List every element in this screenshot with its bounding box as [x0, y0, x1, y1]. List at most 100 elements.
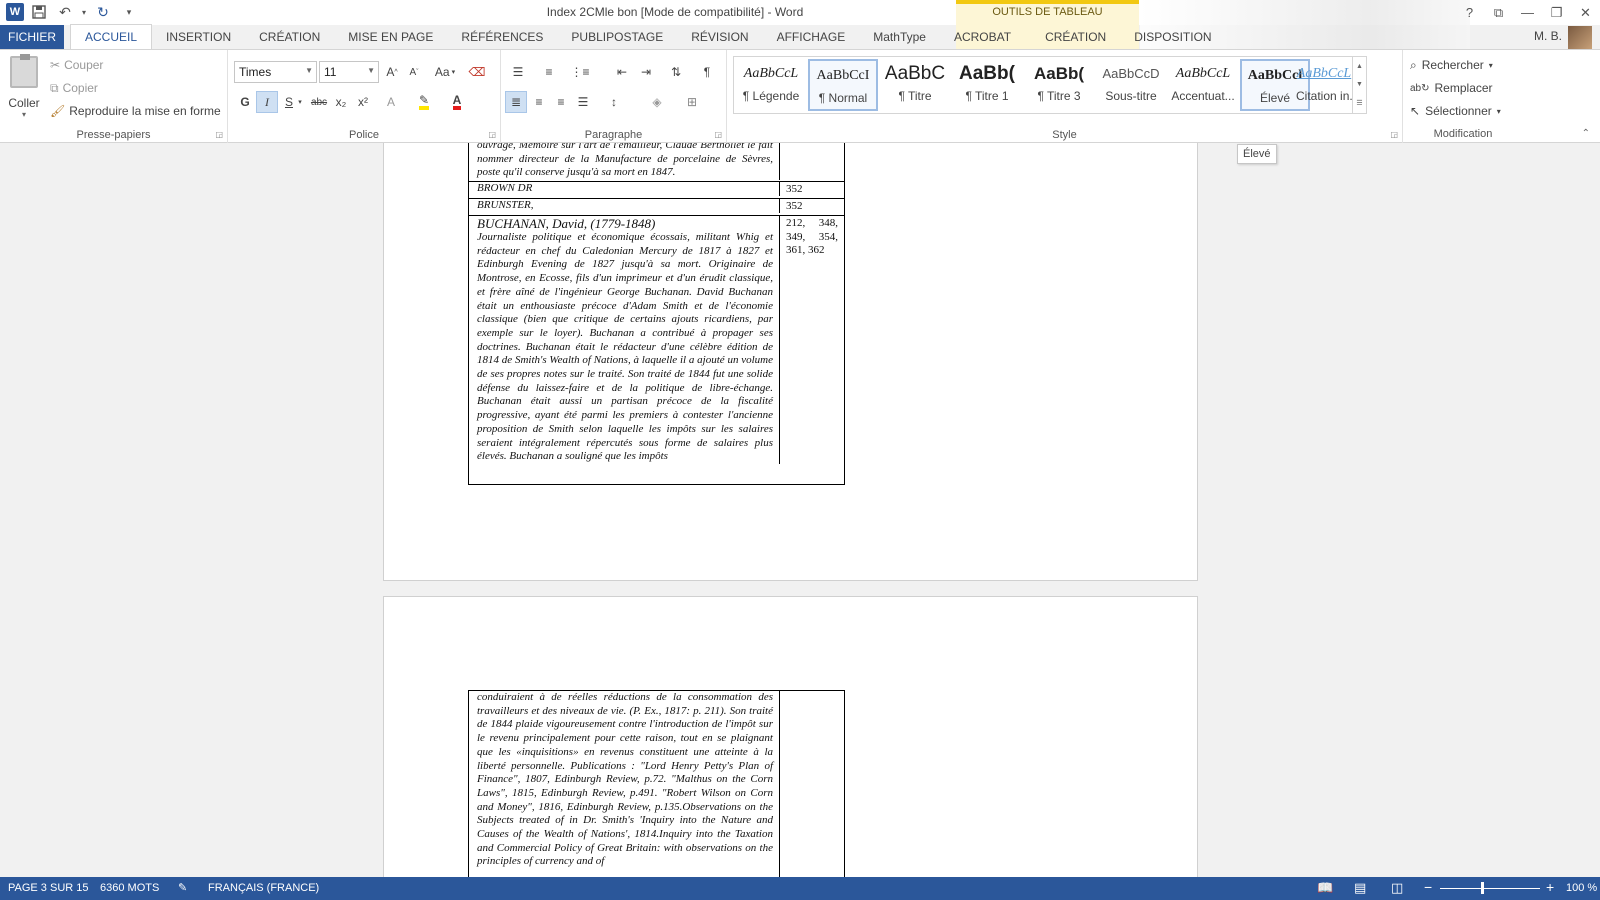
table-row[interactable]: BUCHANAN, David, (1779-1848) Journaliste…: [469, 216, 844, 484]
align-center-icon[interactable]: ≡: [528, 91, 550, 113]
index-table[interactable]: ouvrage, Mémoire sur l'art de l'émailleu…: [468, 143, 845, 485]
word-logo-icon[interactable]: W: [6, 3, 24, 21]
strikethrough-button[interactable]: abc: [308, 91, 330, 113]
word-count[interactable]: 6360 MOTS: [100, 882, 159, 894]
table-cell-pages[interactable]: 352: [780, 199, 844, 215]
style-accentuation[interactable]: AaBbCcL Accentuat...: [1168, 59, 1238, 111]
clear-formatting-icon[interactable]: ⌫: [466, 61, 488, 83]
text-effects-icon[interactable]: A: [380, 91, 402, 113]
zoom-level[interactable]: 100 %: [1566, 882, 1597, 894]
style-titre-3[interactable]: AaBb( ¶ Titre 3: [1024, 59, 1094, 111]
table-cell-text[interactable]: ouvrage, Mémoire sur l'art de l'émailleu…: [469, 143, 780, 181]
line-spacing-icon[interactable]: ↕: [603, 91, 625, 113]
proofing-icon[interactable]: ✎: [178, 881, 187, 894]
tab-publipostage[interactable]: PUBLIPOSTAGE: [557, 25, 677, 49]
ribbon-display-options-icon[interactable]: ⧉: [1484, 0, 1513, 25]
page-indicator[interactable]: PAGE 3 SUR 15: [8, 882, 89, 894]
close-icon[interactable]: ✕: [1571, 0, 1600, 25]
undo-icon[interactable]: ↶: [54, 2, 76, 22]
table-row[interactable]: BRUNSTER, 352: [469, 199, 844, 216]
help-icon[interactable]: ?: [1455, 0, 1484, 25]
tab-affichage[interactable]: AFFICHAGE: [763, 25, 860, 49]
tab-acrobat[interactable]: ACROBAT: [940, 25, 1025, 49]
undo-dropdown-icon[interactable]: ▾: [80, 2, 88, 22]
tab-revision[interactable]: RÉVISION: [677, 25, 762, 49]
chevron-up-icon[interactable]: ▲: [1356, 63, 1363, 70]
subscript-button[interactable]: x₂: [330, 91, 352, 113]
tab-fichier[interactable]: FICHIER: [0, 25, 64, 49]
table-cell-entry[interactable]: conduiraient à de réelles réductions de …: [469, 691, 780, 877]
tab-table-creation[interactable]: CRÉATION: [1031, 25, 1120, 49]
font-color-icon[interactable]: A: [446, 91, 468, 113]
shrink-font-button[interactable]: Aˇ: [403, 61, 425, 83]
change-case-button[interactable]: Aa ▾: [430, 61, 460, 83]
read-mode-icon[interactable]: 📖: [1317, 880, 1333, 896]
page-4[interactable]: conduiraient à de réelles réductions de …: [383, 596, 1198, 877]
find-button[interactable]: ⌕ Rechercher ▾: [1410, 55, 1493, 75]
font-name-select[interactable]: Times ▼: [234, 61, 317, 83]
zoom-in-icon[interactable]: +: [1546, 879, 1554, 895]
tab-references[interactable]: RÉFÉRENCES: [447, 25, 557, 49]
paste-button[interactable]: Coller ▾: [6, 54, 42, 119]
page-3[interactable]: ouvrage, Mémoire sur l'art de l'émailleu…: [383, 143, 1198, 581]
tab-mathtype[interactable]: MathType: [859, 25, 940, 49]
font-launcher-icon[interactable]: ◲: [488, 130, 496, 139]
multilevel-list-icon[interactable]: ⋮≡: [569, 61, 591, 83]
redo-icon[interactable]: ↻: [92, 2, 114, 22]
style-titre[interactable]: AaBbC ¶ Titre: [880, 59, 950, 111]
table-cell-entry[interactable]: BUCHANAN, David, (1779-1848) Journaliste…: [469, 216, 780, 464]
style-titre-1[interactable]: AaBb( ¶ Titre 1: [952, 59, 1022, 111]
gallery-more-icon[interactable]: ☰: [1356, 99, 1362, 107]
table-cell-pages[interactable]: 212, 348, 349, 354, 361, 362: [780, 216, 844, 259]
minimize-icon[interactable]: —: [1513, 0, 1542, 25]
table-cell-name[interactable]: BROWN DR: [469, 182, 780, 196]
tab-mise-en-page[interactable]: MISE EN PAGE: [334, 25, 447, 49]
highlight-icon[interactable]: ✎: [413, 91, 435, 113]
styles-gallery-scroll[interactable]: ▲ ▼ ☰: [1352, 57, 1366, 113]
tab-accueil[interactable]: ACCUEIL: [70, 24, 153, 49]
tab-creation[interactable]: CRÉATION: [245, 25, 334, 49]
underline-dropdown-icon[interactable]: ▾: [295, 91, 305, 113]
user-name[interactable]: M. B.: [1534, 29, 1562, 43]
grow-font-button[interactable]: A ^: [381, 61, 403, 83]
style-normal[interactable]: AaBbCcI ¶ Normal: [808, 59, 878, 111]
cut-button[interactable]: ✂ Couper: [50, 55, 103, 75]
index-table-continued[interactable]: conduiraient à de réelles réductions de …: [468, 690, 845, 877]
paragraph-launcher-icon[interactable]: ◲: [714, 130, 722, 139]
avatar[interactable]: [1568, 26, 1592, 50]
increase-indent-icon[interactable]: ⇥: [635, 61, 657, 83]
table-cell-pages[interactable]: 352: [780, 182, 844, 198]
table-row[interactable]: conduiraient à de réelles réductions de …: [469, 691, 844, 877]
show-marks-icon[interactable]: ¶: [696, 61, 718, 83]
customize-qat-icon[interactable]: ▾: [118, 2, 140, 22]
format-painter-button[interactable]: 🖌 Reproduire la mise en forme: [50, 101, 221, 121]
web-layout-icon[interactable]: ◫: [1391, 880, 1403, 896]
table-cell-pages[interactable]: [780, 691, 844, 693]
decrease-indent-icon[interactable]: ⇤: [611, 61, 633, 83]
select-button[interactable]: ↖ Sélectionner ▾: [1410, 101, 1501, 121]
bold-button[interactable]: G: [234, 91, 256, 113]
sort-icon[interactable]: ⇅: [665, 61, 687, 83]
print-layout-icon[interactable]: ▤: [1354, 880, 1366, 896]
copy-button[interactable]: ⧉ Copier: [50, 78, 98, 98]
replace-button[interactable]: ab↻ Remplacer: [1410, 78, 1493, 98]
collapse-ribbon-icon[interactable]: ⌃: [1582, 128, 1590, 139]
borders-icon[interactable]: ⊞: [681, 91, 703, 113]
save-icon[interactable]: [28, 2, 50, 22]
style-citation-intense[interactable]: AaBbCcL Citation in...: [1296, 59, 1352, 111]
clipboard-launcher-icon[interactable]: ◲: [215, 130, 223, 139]
style-sous-titre[interactable]: AaBbCcD Sous-titre: [1096, 59, 1166, 111]
font-size-select[interactable]: 11 ▼: [319, 61, 379, 83]
table-row[interactable]: ouvrage, Mémoire sur l'art de l'émailleu…: [469, 143, 844, 182]
tab-table-disposition[interactable]: DISPOSITION: [1120, 25, 1225, 49]
tab-insertion[interactable]: INSERTION: [152, 25, 245, 49]
chevron-down-icon[interactable]: ▼: [1356, 81, 1363, 88]
table-cell-name[interactable]: BRUNSTER,: [469, 199, 780, 213]
shading-icon[interactable]: ◈: [646, 91, 668, 113]
italic-button[interactable]: I: [256, 91, 278, 113]
numbering-icon[interactable]: ≡: [538, 61, 560, 83]
styles-launcher-icon[interactable]: ◲: [1390, 130, 1398, 139]
style-legende[interactable]: AaBbCcL ¶ Légende: [736, 59, 806, 111]
bullets-icon[interactable]: ☰: [507, 61, 529, 83]
align-right-icon[interactable]: ≡: [550, 91, 572, 113]
